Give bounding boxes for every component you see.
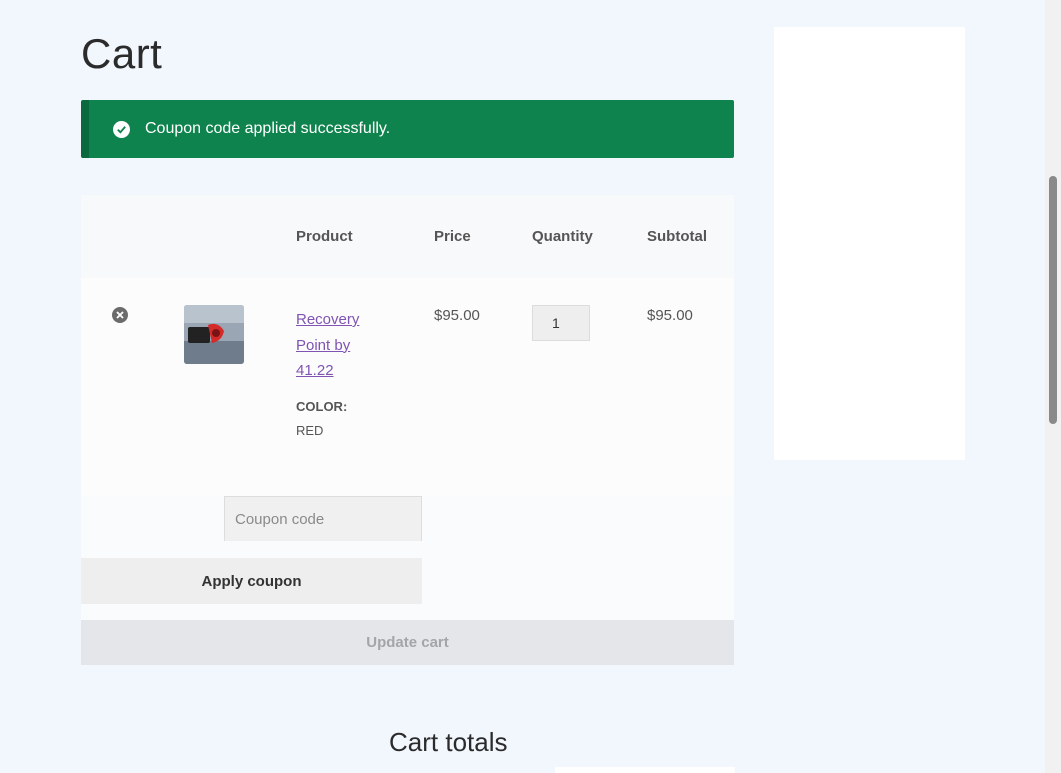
update-cart-button[interactable]: Update cart [81,620,734,665]
notice-message: Coupon code applied successfully. [145,120,391,137]
product-thumbnail[interactable] [184,305,244,364]
success-notice: Coupon code applied successfully. [81,100,734,158]
table-header: Product Price Quantity Subtotal [81,195,734,278]
product-name-link[interactable]: Recovery Point by 41.22 [296,307,376,384]
header-subtotal: Subtotal [647,228,707,245]
cart-totals-title: Cart totals [389,727,508,757]
header-product: Product [296,228,353,245]
table-row: Recovery Point by 41.22 COLOR: RED $95.0… [81,278,734,496]
sidebar [774,27,965,460]
cart-table: Product Price Quantity Subtotal Recovery… [81,195,734,496]
header-price: Price [434,228,471,245]
variation-label: COLOR: [296,399,348,414]
quantity-input[interactable]: 1 [532,305,590,341]
variation-value: RED [296,423,324,438]
cart-totals-table [555,767,735,773]
cart-actions: Coupon code Apply coupon [81,496,734,620]
remove-item-icon[interactable] [112,307,128,323]
check-circle-icon [113,120,130,138]
page-title: Cart [81,30,163,77]
item-price: $95.00 [434,307,480,324]
header-quantity: Quantity [532,228,593,245]
coupon-code-input[interactable]: Coupon code [224,496,422,541]
apply-coupon-button[interactable]: Apply coupon [81,558,422,604]
scrollbar-thumb[interactable] [1049,176,1057,424]
item-subtotal: $95.00 [647,307,693,324]
